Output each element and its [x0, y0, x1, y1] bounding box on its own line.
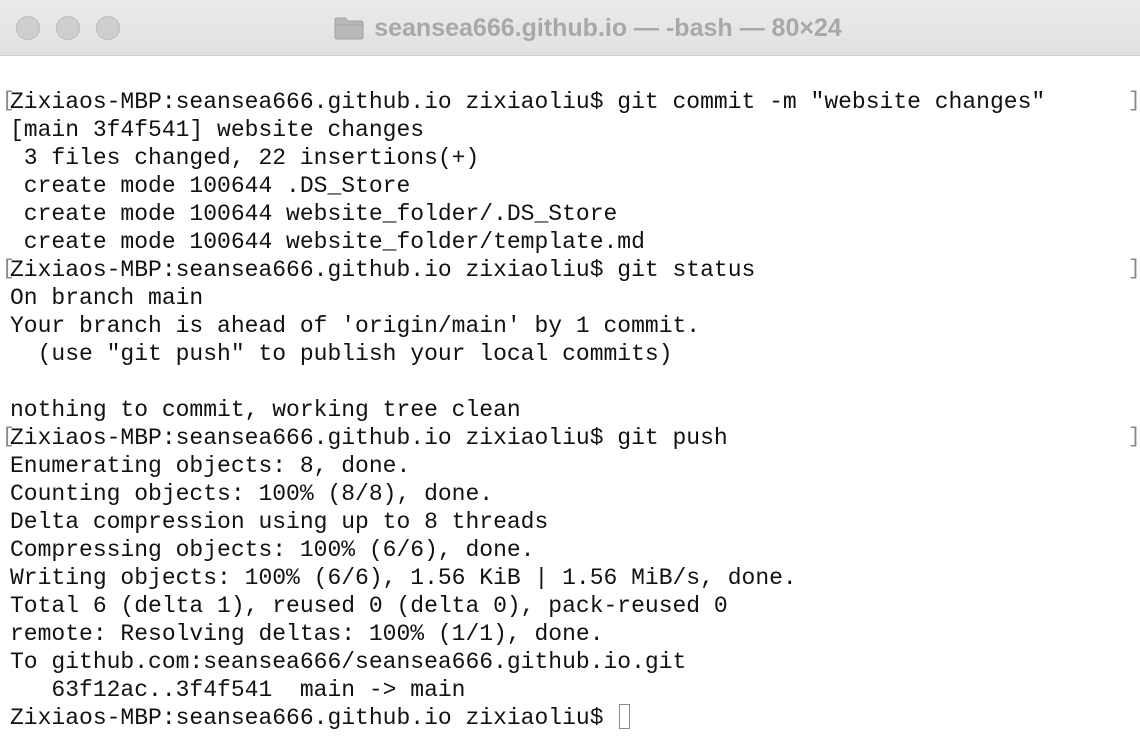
terminal-line-text: create mode 100644 website_folder/.DS_St…	[10, 201, 618, 227]
terminal-line: 63f12ac..3f4f541 main -> main	[10, 676, 1140, 704]
terminal-line: Compressing objects: 100% (6/6), done.	[10, 536, 1140, 564]
terminal-line-text: remote: Resolving deltas: 100% (1/1), do…	[10, 621, 604, 647]
terminal-line-text: Compressing objects: 100% (6/6), done.	[10, 537, 535, 563]
close-button-icon[interactable]	[16, 16, 40, 40]
terminal-line: Writing objects: 100% (6/6), 1.56 KiB | …	[10, 564, 1140, 592]
terminal-line-text: create mode 100644 .DS_Store	[10, 173, 411, 199]
terminal-line: Enumerating objects: 8, done.	[10, 452, 1140, 480]
terminal-line-text: 3 files changed, 22 insertions(+)	[10, 145, 480, 171]
terminal-line: To github.com:seansea666/seansea666.gith…	[10, 648, 1140, 676]
terminal-line: On branch main	[10, 284, 1140, 312]
terminal-line-text: Zixiaos-MBP:seansea666.github.io zixiaol…	[10, 425, 728, 451]
terminal-window: seansea666.github.io — -bash — 80×24 [] Z…	[0, 0, 1140, 742]
terminal-line-text: Your branch is ahead of 'origin/main' by…	[10, 313, 701, 339]
window-title: seansea666.github.io — -bash — 80×24	[374, 13, 842, 42]
terminal-line-text: (use "git push" to publish your local co…	[10, 341, 673, 367]
terminal-line: nothing to commit, working tree clean	[10, 396, 1140, 424]
prompt-mark-left: [	[2, 258, 15, 281]
terminal-line-text: create mode 100644 website_folder/templa…	[10, 229, 645, 255]
prompt-mark-right: ]	[1128, 258, 1140, 281]
terminal-line: Zixiaos-MBP:seansea666.github.io zixiaol…	[10, 704, 1140, 732]
terminal-line: Your branch is ahead of 'origin/main' by…	[10, 312, 1140, 340]
terminal-line-text: Zixiaos-MBP:seansea666.github.io zixiaol…	[10, 89, 1046, 115]
text-cursor[interactable]	[619, 704, 631, 729]
terminal-line-text: Enumerating objects: 8, done.	[10, 453, 411, 479]
terminal-line: create mode 100644 website_folder/templa…	[10, 228, 1140, 256]
terminal-line: [] Zixiaos-MBP:seansea666.github.io zixia…	[2, 88, 1140, 116]
terminal-line-text: Counting objects: 100% (8/8), done.	[10, 481, 494, 507]
prompt-mark-left: [	[2, 426, 15, 449]
terminal-line-text: To github.com:seansea666/seansea666.gith…	[10, 649, 687, 675]
terminal-line-text: Zixiaos-MBP:seansea666.github.io zixiaol…	[10, 257, 756, 283]
title-bar[interactable]: seansea666.github.io — -bash — 80×24	[0, 0, 1140, 56]
terminal-line: [] Zixiaos-MBP:seansea666.github.io zixia…	[2, 256, 1140, 284]
prompt-mark-left: [	[2, 90, 15, 113]
terminal-line: Delta compression using up to 8 threads	[10, 508, 1140, 536]
terminal-line-text: Zixiaos-MBP:seansea666.github.io zixiaol…	[10, 705, 618, 731]
terminal-line-text: Delta compression using up to 8 threads	[10, 509, 549, 535]
terminal-line: remote: Resolving deltas: 100% (1/1), do…	[10, 620, 1140, 648]
terminal-output[interactable]: [] Zixiaos-MBP:seansea666.github.io zixia…	[0, 88, 1140, 742]
terminal-line: (use "git push" to publish your local co…	[10, 340, 1140, 368]
window-title-group: seansea666.github.io — -bash — 80×24	[0, 0, 1140, 56]
terminal-line-text: On branch main	[10, 285, 204, 311]
terminal-line: Counting objects: 100% (8/8), done.	[10, 480, 1140, 508]
zoom-button-icon[interactable]	[96, 16, 120, 40]
terminal-line-text: Writing objects: 100% (6/6), 1.56 KiB | …	[10, 565, 797, 591]
terminal-line-text: 63f12ac..3f4f541 main -> main	[10, 677, 466, 703]
terminal-line: create mode 100644 .DS_Store	[10, 172, 1140, 200]
prompt-mark-right: ]	[1128, 90, 1140, 113]
prompt-mark-right: ]	[1128, 426, 1140, 449]
terminal-line: [main 3f4f541] website changes	[10, 116, 1140, 144]
terminal-line-text: Total 6 (delta 1), reused 0 (delta 0), p…	[10, 593, 728, 619]
terminal-line: 3 files changed, 22 insertions(+)	[10, 144, 1140, 172]
terminal-line: Total 6 (delta 1), reused 0 (delta 0), p…	[10, 592, 1140, 620]
minimize-button-icon[interactable]	[56, 16, 80, 40]
folder-icon	[334, 17, 364, 40]
terminal-line: create mode 100644 website_folder/.DS_St…	[10, 200, 1140, 228]
terminal-line: [] Zixiaos-MBP:seansea666.github.io zixia…	[2, 424, 1140, 452]
terminal-line-text: [main 3f4f541] website changes	[10, 117, 425, 143]
terminal-line-text: nothing to commit, working tree clean	[10, 397, 521, 423]
